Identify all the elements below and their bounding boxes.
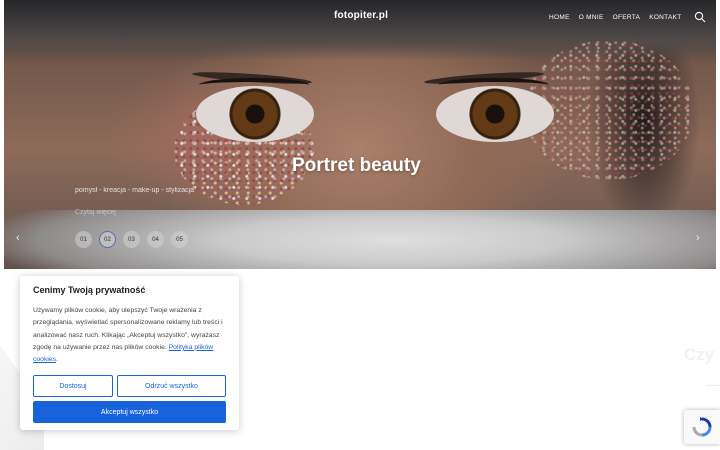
page: fotopiter.pl HOME O MNIE OFERTA KONTAKT … bbox=[0, 0, 720, 450]
read-more-link[interactable]: Czytaj więcej bbox=[75, 209, 116, 216]
section-heading-partial: Czy bbox=[684, 345, 715, 364]
slider-pagination: 01 02 03 04 05 bbox=[75, 231, 188, 248]
main-nav: HOME O MNIE OFERTA KONTAKT bbox=[549, 14, 682, 21]
nav-item-home[interactable]: HOME bbox=[549, 14, 570, 21]
nav-item-oferta[interactable]: OFERTA bbox=[613, 14, 641, 21]
slide-title: Portret beauty bbox=[292, 155, 421, 176]
recaptcha-logo-icon bbox=[692, 417, 712, 437]
cookie-description: Używamy plików cookie, aby ulepszyć Twoj… bbox=[33, 305, 226, 366]
cookie-text-end: . bbox=[56, 356, 58, 364]
cookie-consent-banner: Cenimy Twoją prywatność Używamy plików c… bbox=[20, 276, 239, 430]
divider bbox=[706, 385, 720, 386]
recaptcha-badge[interactable] bbox=[684, 410, 720, 444]
chevron-left-icon[interactable]: ‹ bbox=[16, 232, 20, 244]
slide-dot-3[interactable]: 03 bbox=[123, 231, 140, 248]
slide-tags: pomysł - kreacja - make-up - stylizacja bbox=[75, 187, 195, 194]
hero-overlay bbox=[4, 0, 716, 269]
nav-item-kontakt[interactable]: KONTAKT bbox=[649, 14, 681, 21]
slide-dot-2[interactable]: 02 bbox=[99, 231, 116, 248]
slide-dot-4[interactable]: 04 bbox=[147, 231, 164, 248]
chevron-right-icon[interactable]: › bbox=[696, 232, 700, 244]
reject-all-button[interactable]: Odrzuć wszystko bbox=[117, 375, 226, 398]
accept-all-button[interactable]: Akceptuj wszystko bbox=[33, 401, 226, 424]
slide-dot-1[interactable]: 01 bbox=[75, 231, 92, 248]
hero-slider: fotopiter.pl HOME O MNIE OFERTA KONTAKT … bbox=[4, 0, 716, 269]
customize-button[interactable]: Dostosuj bbox=[33, 375, 113, 398]
nav-item-o-mnie[interactable]: O MNIE bbox=[579, 14, 604, 21]
cookie-title: Cenimy Twoją prywatność bbox=[33, 285, 146, 295]
cookie-buttons: Dostosuj Odrzuć wszystko bbox=[33, 375, 226, 398]
search-icon[interactable] bbox=[694, 11, 706, 23]
site-header: fotopiter.pl HOME O MNIE OFERTA KONTAKT bbox=[4, 0, 716, 36]
site-logo[interactable]: fotopiter.pl bbox=[334, 10, 388, 21]
slide-dot-5[interactable]: 05 bbox=[171, 231, 188, 248]
